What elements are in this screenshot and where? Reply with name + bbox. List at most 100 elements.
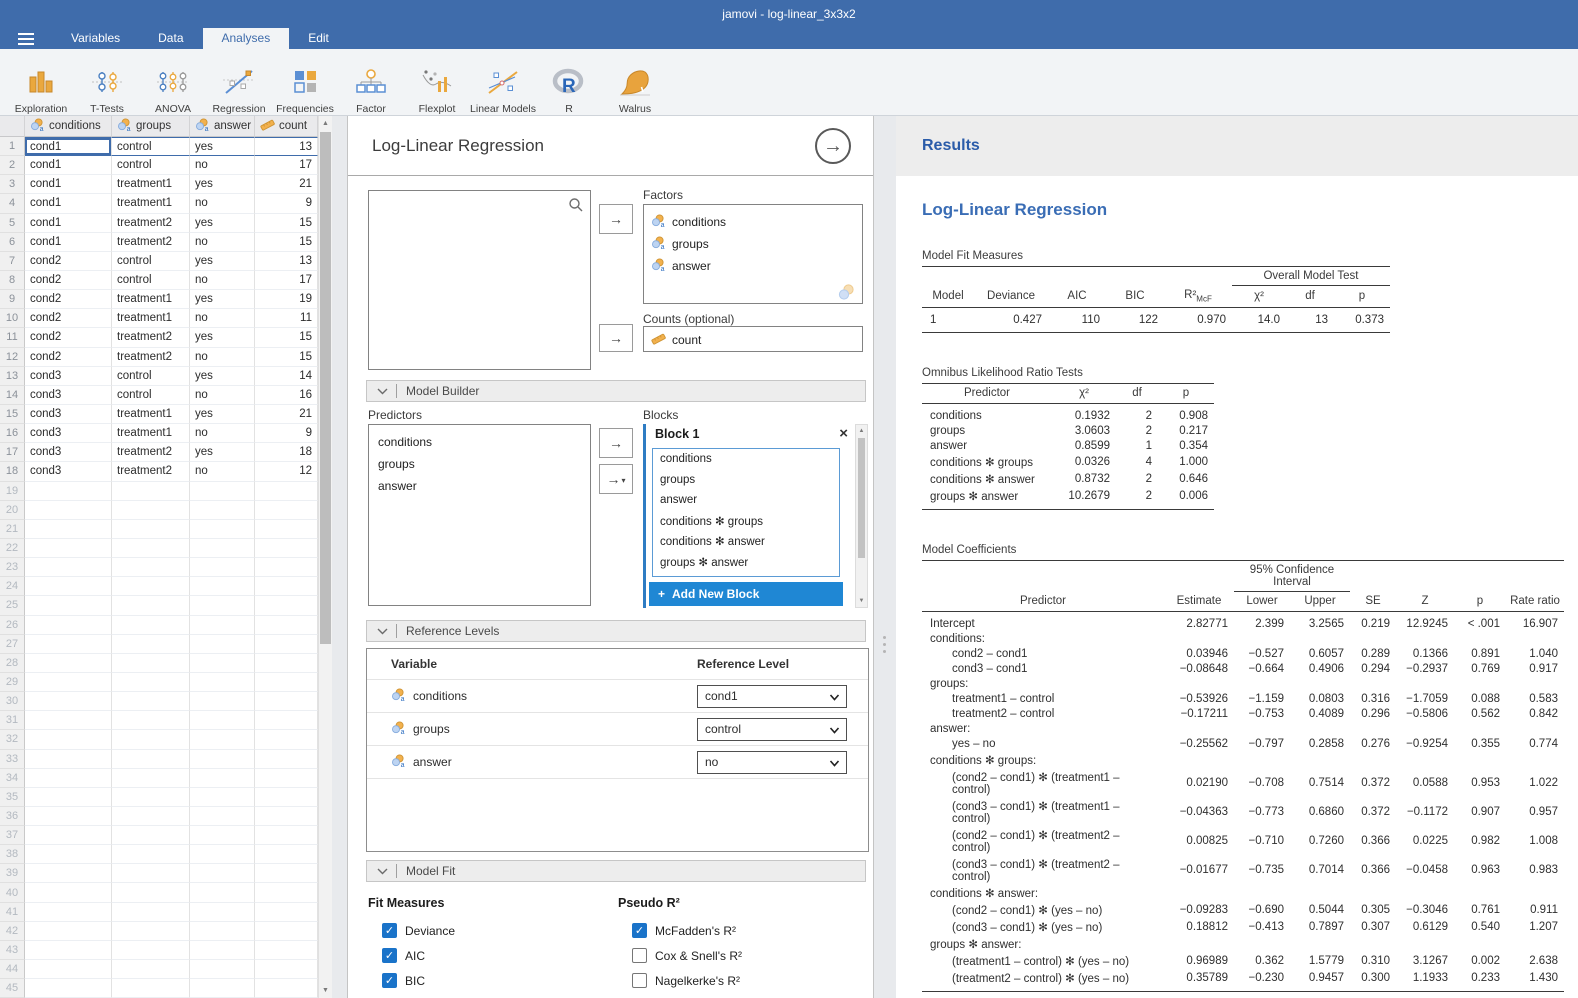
tab-analyses[interactable]: Analyses xyxy=(203,28,290,49)
ribbon-button-frequencies[interactable]: Frequencies xyxy=(272,53,338,115)
grid-cell[interactable]: cond3 xyxy=(25,367,112,386)
row-number[interactable]: 38 xyxy=(0,845,25,864)
grid-cell[interactable] xyxy=(112,788,190,807)
scroll-down-icon[interactable]: ▼ xyxy=(319,983,332,998)
row-number[interactable]: 32 xyxy=(0,730,25,749)
ribbon-button-t-tests[interactable]: T-Tests xyxy=(74,53,140,115)
grid-cell[interactable] xyxy=(25,941,112,960)
hamburger-menu-button[interactable] xyxy=(0,28,52,49)
grid-cell[interactable] xyxy=(255,769,318,788)
grid-cell[interactable] xyxy=(25,883,112,902)
grid-cell[interactable]: treatment2 xyxy=(112,443,190,462)
grid-cell[interactable]: treatment2 xyxy=(112,462,190,481)
grid-cell[interactable] xyxy=(25,520,112,539)
move-to-counts-button[interactable]: → xyxy=(599,324,633,352)
grid-cell[interactable] xyxy=(25,845,112,864)
grid-cell[interactable] xyxy=(190,673,255,692)
checkbox-row-nagelkerke-s-r[interactable]: Nagelkerke's R² xyxy=(632,968,742,993)
grid-cell[interactable] xyxy=(25,635,112,654)
factor-answer[interactable]: aanswer xyxy=(644,255,862,277)
grid-cell[interactable]: no xyxy=(190,424,255,443)
grid-cell[interactable]: 11 xyxy=(255,309,318,328)
checkbox-deviance[interactable]: ✓ xyxy=(382,923,397,938)
row-number[interactable]: 10 xyxy=(0,309,25,328)
checkbox-row-bic[interactable]: ✓BIC xyxy=(382,968,455,993)
grid-cell[interactable] xyxy=(255,826,318,845)
grid-cell[interactable] xyxy=(112,826,190,845)
grid-cell[interactable]: no xyxy=(190,462,255,481)
scroll-up-icon[interactable]: ▲ xyxy=(319,116,332,131)
grid-cell[interactable]: treatment1 xyxy=(112,309,190,328)
grid-cell[interactable] xyxy=(112,922,190,941)
grid-cell[interactable] xyxy=(255,558,318,577)
grid-cell[interactable]: 18 xyxy=(255,443,318,462)
grid-cell[interactable] xyxy=(25,654,112,673)
checkbox-row-mcfadden-s-r[interactable]: ✓McFadden's R² xyxy=(632,918,742,943)
grid-cell[interactable]: cond3 xyxy=(25,405,112,424)
grid-cell[interactable] xyxy=(190,616,255,635)
grid-cell[interactable]: control xyxy=(112,271,190,290)
grid-cell[interactable]: 9 xyxy=(255,194,318,213)
grid-cell[interactable] xyxy=(190,711,255,730)
grid-cell[interactable] xyxy=(112,596,190,615)
grid-cell[interactable] xyxy=(25,903,112,922)
factor-conditions[interactable]: aconditions xyxy=(644,211,862,233)
add-term-to-block-button[interactable]: → xyxy=(599,428,633,458)
grid-cell[interactable] xyxy=(112,520,190,539)
grid-cell[interactable] xyxy=(112,539,190,558)
column-header-answer[interactable]: aanswer xyxy=(190,116,255,137)
grid-cell[interactable]: cond2 xyxy=(25,328,112,347)
grid-cell[interactable] xyxy=(25,960,112,979)
row-number[interactable]: 41 xyxy=(0,903,25,922)
checkbox-mcfadden-s-r[interactable]: ✓ xyxy=(632,923,647,938)
grid-cell[interactable]: cond2 xyxy=(25,309,112,328)
scrollbar-thumb[interactable] xyxy=(858,438,865,558)
row-number[interactable]: 8 xyxy=(0,271,25,290)
grid-cell[interactable]: cond2 xyxy=(25,252,112,271)
row-number[interactable]: 16 xyxy=(0,424,25,443)
row-number[interactable]: 18 xyxy=(0,462,25,481)
row-number[interactable]: 29 xyxy=(0,673,25,692)
grid-cell[interactable] xyxy=(255,596,318,615)
tab-variables[interactable]: Variables xyxy=(52,28,139,49)
grid-cell[interactable] xyxy=(25,596,112,615)
row-number[interactable]: 28 xyxy=(0,654,25,673)
grid-cell[interactable] xyxy=(255,711,318,730)
grid-cell[interactable] xyxy=(25,482,112,501)
block-term-conditions-groups[interactable]: conditions ✻ groups xyxy=(653,511,839,532)
grid-cell[interactable] xyxy=(255,673,318,692)
row-number[interactable]: 31 xyxy=(0,711,25,730)
variable-supplier-box[interactable] xyxy=(368,190,591,370)
grid-cell[interactable] xyxy=(255,654,318,673)
row-number[interactable]: 14 xyxy=(0,386,25,405)
ribbon-button-anova[interactable]: ANOVA xyxy=(140,53,206,115)
grid-cell[interactable] xyxy=(112,692,190,711)
grid-cell[interactable]: cond1 xyxy=(25,156,112,175)
grid-cell[interactable]: 13 xyxy=(255,137,318,156)
grid-cell[interactable] xyxy=(112,635,190,654)
row-number[interactable]: 43 xyxy=(0,941,25,960)
ribbon-button-exploration[interactable]: Exploration xyxy=(8,53,74,115)
row-number[interactable]: 35 xyxy=(0,788,25,807)
scrollbar-thumb[interactable] xyxy=(320,132,331,644)
row-number[interactable]: 2 xyxy=(0,156,25,175)
grid-cell[interactable] xyxy=(255,903,318,922)
grid-cell[interactable]: 21 xyxy=(255,175,318,194)
answer-reference-select[interactable]: no xyxy=(697,751,847,774)
grid-cell[interactable] xyxy=(112,769,190,788)
grid-cell[interactable]: treatment2 xyxy=(112,214,190,233)
grid-cell[interactable]: cond2 xyxy=(25,348,112,367)
grid-cell[interactable] xyxy=(190,769,255,788)
grid-cell[interactable]: treatment1 xyxy=(112,194,190,213)
grid-cell[interactable] xyxy=(25,558,112,577)
grid-cell[interactable] xyxy=(190,807,255,826)
scroll-down-icon[interactable]: ▼ xyxy=(856,595,867,607)
grid-cell[interactable]: control xyxy=(112,367,190,386)
blocks-scrollbar[interactable]: ▲ ▼ xyxy=(855,424,868,608)
grid-cell[interactable]: no xyxy=(190,348,255,367)
grid-cell[interactable]: cond1 xyxy=(25,214,112,233)
grid-cell[interactable]: cond3 xyxy=(25,424,112,443)
grid-cell[interactable] xyxy=(255,482,318,501)
grid-cell[interactable] xyxy=(190,654,255,673)
row-number[interactable]: 11 xyxy=(0,328,25,347)
